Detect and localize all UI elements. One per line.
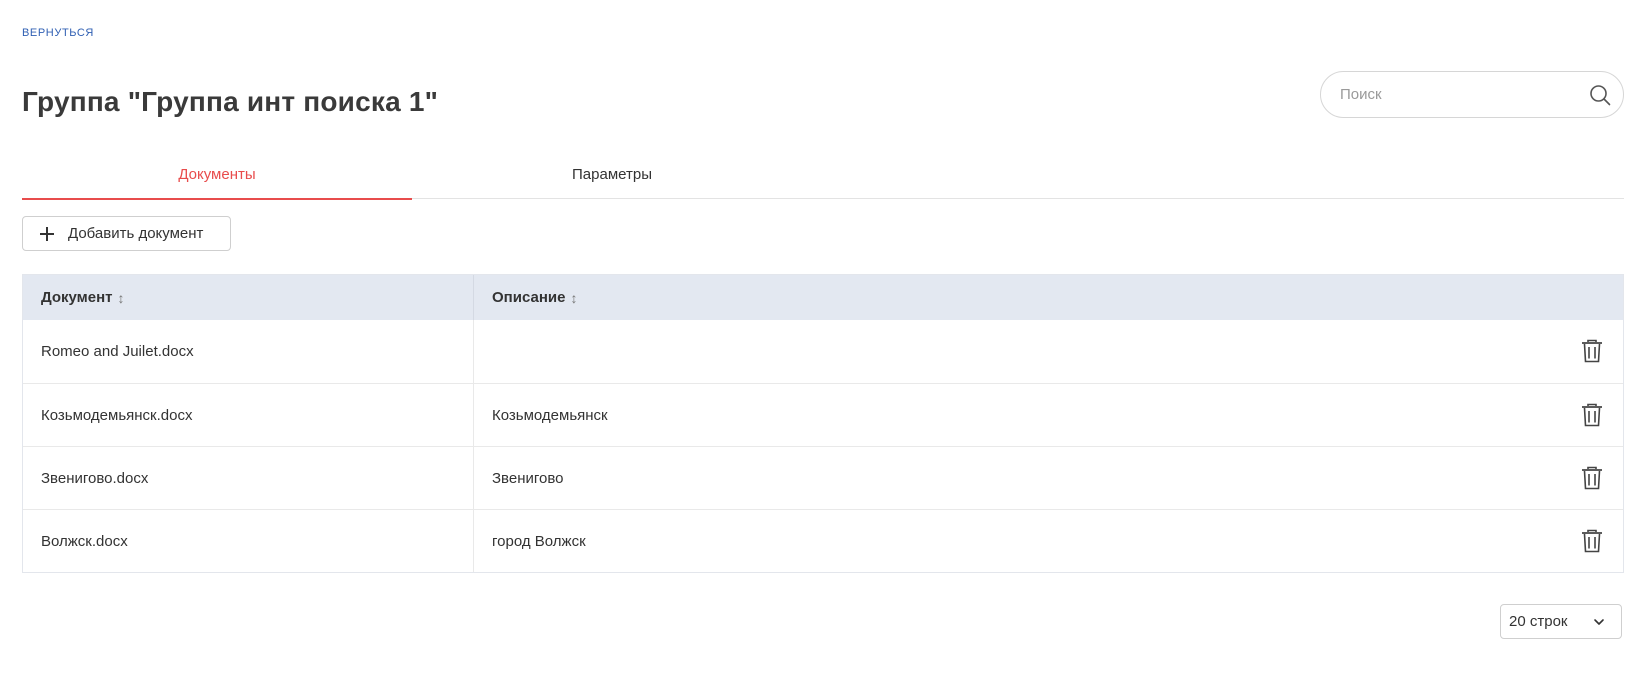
sort-icon[interactable]: ↕ [570, 290, 577, 306]
back-link[interactable]: ВЕРНУТЬСЯ [22, 27, 94, 39]
rows-per-page-value: 20 строк [1509, 613, 1568, 630]
table-header: Документ ↕ Описание ↕ [23, 275, 1623, 320]
cell-document: Козьмодемьянск.docx [23, 384, 474, 446]
cell-document: Romeo and Juilet.docx [23, 320, 474, 383]
cell-description: Звенигово [492, 469, 564, 487]
rows-per-page-select[interactable]: 20 строк [1500, 604, 1622, 639]
trash-icon[interactable] [1581, 339, 1603, 363]
add-document-label: Добавить документ [68, 225, 204, 242]
column-header-description[interactable]: Описание ↕ [474, 275, 1623, 320]
cell-description: город Волжск [492, 532, 586, 550]
cell-document: Звенигово.docx [23, 447, 474, 509]
trash-icon[interactable] [1581, 529, 1603, 553]
tab-parameters-label: Параметры [572, 166, 652, 183]
table-row[interactable]: Romeo and Juilet.docx [23, 320, 1623, 383]
search-box [1320, 71, 1624, 118]
sort-icon[interactable]: ↕ [118, 290, 125, 306]
tab-bar: Документы Параметры [22, 150, 1624, 200]
documents-table: Документ ↕ Описание ↕ Romeo and Juilet.d… [22, 274, 1624, 573]
table-row[interactable]: Волжск.docx город Волжск [23, 509, 1623, 572]
table-row[interactable]: Звенигово.docx Звенигово [23, 446, 1623, 509]
page-title: Группа "Группа инт поиска 1" [22, 86, 439, 117]
table-row[interactable]: Козьмодемьянск.docx Козьмодемьянск [23, 383, 1623, 446]
add-document-button[interactable]: Добавить документ [22, 216, 231, 251]
column-header-document[interactable]: Документ ↕ [23, 275, 474, 320]
table-body: Romeo and Juilet.docx Козьмодемьянск.doc… [23, 320, 1623, 572]
tab-documents[interactable]: Документы [22, 150, 412, 200]
tab-parameters[interactable]: Параметры [412, 150, 812, 199]
cell-description: Козьмодемьянск [492, 406, 608, 424]
search-icon[interactable] [1589, 84, 1611, 106]
trash-icon[interactable] [1581, 403, 1603, 427]
plus-icon [40, 226, 54, 241]
column-header-document-label: Документ [41, 289, 113, 306]
cell-description [474, 320, 1623, 383]
chevron-down-icon [1594, 619, 1604, 625]
page: ВЕРНУТЬСЯ Группа "Группа инт поиска 1" Д… [0, 0, 1644, 681]
search-input[interactable] [1340, 72, 1580, 117]
tab-documents-label: Документы [178, 166, 256, 183]
cell-document: Волжск.docx [23, 510, 474, 572]
column-header-description-label: Описание [492, 289, 566, 306]
trash-icon[interactable] [1581, 466, 1603, 490]
